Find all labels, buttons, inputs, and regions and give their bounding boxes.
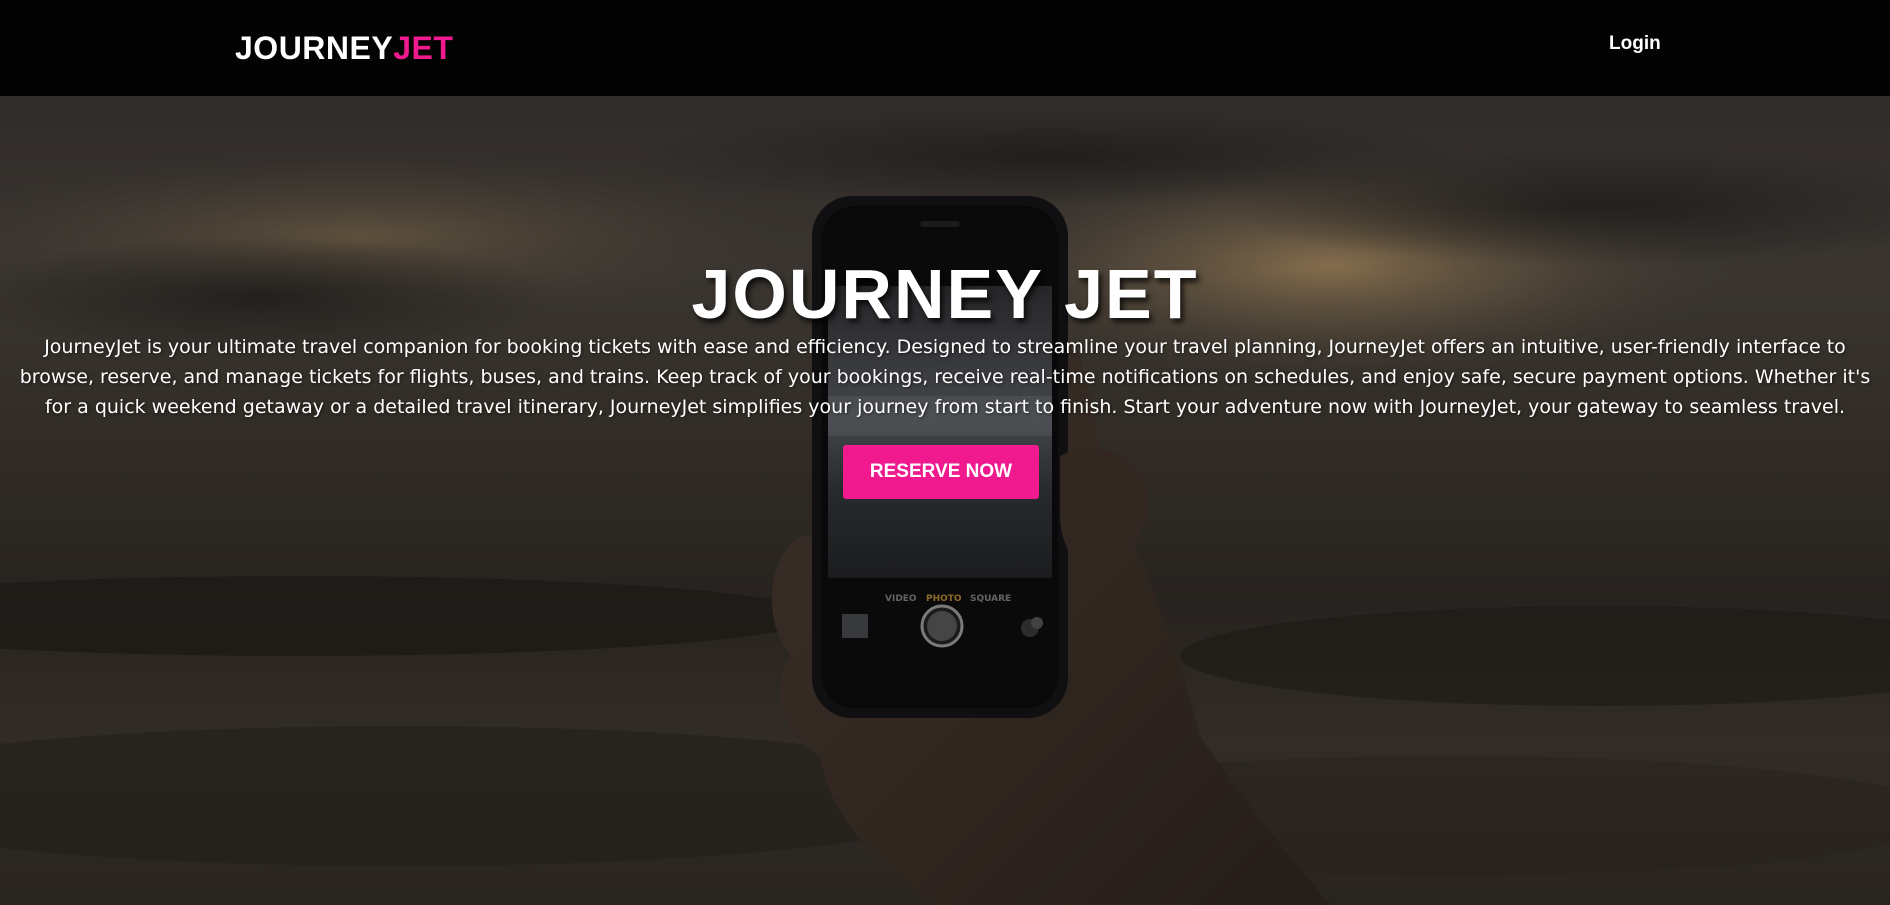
hero-section: VIDEO PHOTO SQUARE JOURNEY JET JourneyJe…: [0, 96, 1890, 905]
logo-text-journey: JOURNEY: [235, 30, 394, 66]
login-link[interactable]: Login: [1609, 32, 1661, 56]
hero-title: JOURNEY JET: [691, 255, 1199, 333]
brand-logo[interactable]: JOURNEYJET: [235, 30, 453, 66]
hero-dark-overlay: [0, 96, 1890, 905]
logo-text-jet: JET: [393, 30, 454, 66]
top-navbar: JOURNEYJET Login: [0, 0, 1890, 96]
reserve-now-button[interactable]: RESERVE NOW: [843, 445, 1039, 499]
hero-description: JourneyJet is your ultimate travel compa…: [19, 336, 1871, 418]
